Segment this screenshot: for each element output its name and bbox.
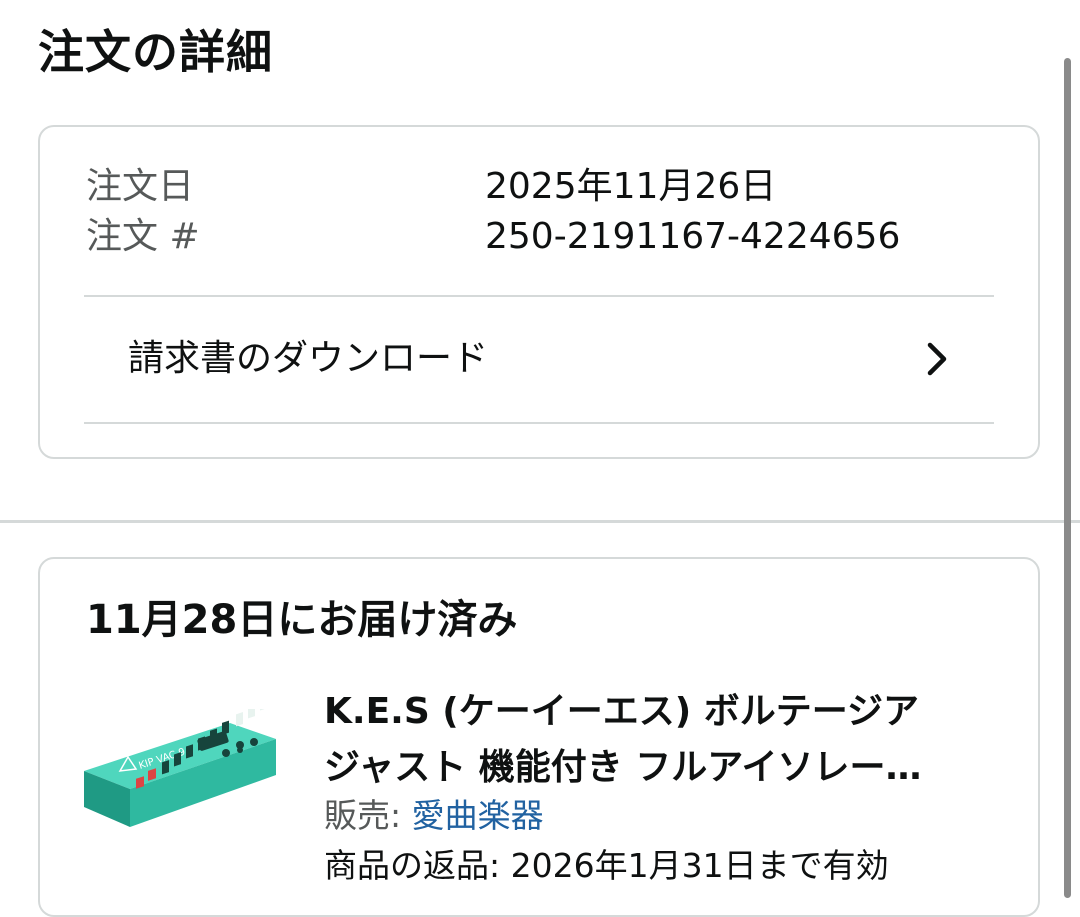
product-title-line1: K.E.S (ケーイーエス) ボルテージア: [324, 691, 920, 732]
delivery-card: 11月28日にお届け済み KIP VAC 9 K.E.S (ケーイーエス) ボル…: [38, 557, 1040, 917]
section-separator: [0, 520, 1080, 523]
order-number-value: 250-2191167-4224656: [485, 216, 901, 257]
order-date-value: 2025年11月26日: [485, 166, 777, 207]
product-image[interactable]: KIP VAC 9: [80, 709, 280, 839]
product-title-link[interactable]: K.E.S (ケーイーエス) ボルテージア ジャスト 機能付き フルアイソレー…: [324, 684, 1004, 796]
seller-link[interactable]: 愛曲楽器: [412, 796, 544, 835]
order-date-label: 注文日: [86, 166, 195, 207]
return-window-text: 商品の返品: 2026年1月31日まで有効: [324, 846, 889, 885]
chevron-right-icon: [927, 342, 947, 376]
seller-label: 販売:: [324, 796, 412, 835]
delivery-status: 11月28日にお届け済み: [86, 597, 518, 643]
download-invoice-label: 請求書のダウンロード: [128, 338, 489, 379]
scrollbar[interactable]: [1064, 58, 1071, 898]
divider: [84, 422, 994, 424]
product-title-line2: ジャスト 機能付き フルアイソレー…: [324, 747, 922, 788]
download-invoice-button[interactable]: 請求書のダウンロード: [40, 297, 1038, 422]
order-number-label: 注文 #: [86, 216, 200, 257]
page-title: 注文の詳細: [38, 25, 273, 79]
seller-row: 販売: 愛曲楽器: [324, 794, 544, 838]
order-summary-card: 注文日 2025年11月26日 注文 # 250-2191167-4224656…: [38, 125, 1040, 459]
